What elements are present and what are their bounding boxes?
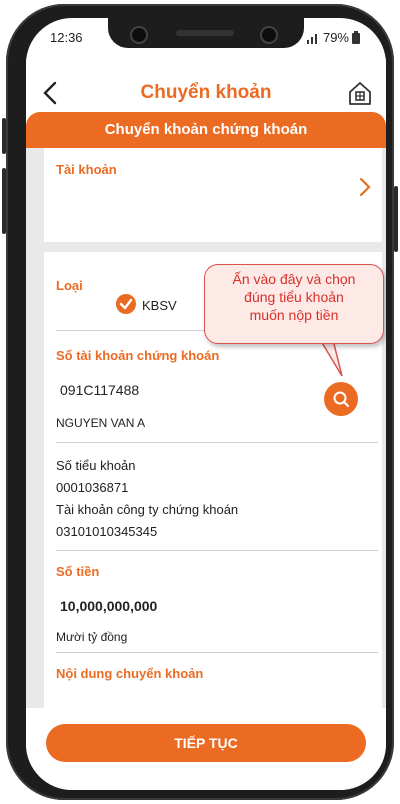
sensor-icon [260,26,278,44]
account-holder-name: NGUYEN VAN A [56,416,146,430]
search-button[interactable] [324,382,358,416]
tooltip-line-2: đúng tiểu khoản [244,289,344,305]
company-account-value: 03101010345345 [56,524,158,539]
earpiece-speaker [176,30,234,36]
battery-percent: 79% [322,30,349,45]
page-title: Chuyển khoản [140,82,272,103]
phone-frame: 12:36 79% Chuyển khoản Chuyển khoản chứn… [6,4,394,800]
power-button [394,186,398,252]
continue-button[interactable]: TIẾP TỤC [46,724,366,762]
amount-value[interactable]: 10,000,000,000 [60,598,157,614]
home-icon[interactable] [348,80,372,106]
company-account-label: Tài khoản công ty chứng khoán [56,502,239,517]
tooltip-line-3: muốn nộp tiền [249,307,339,323]
search-icon [333,391,350,408]
securities-account-label: Số tài khoản chứng khoán [56,348,220,363]
front-camera-icon [130,26,148,44]
securities-account-number: 091C117488 [60,382,140,398]
chevron-right-icon[interactable] [358,176,372,198]
instruction-tooltip: Ấn vào đây và chọn đúng tiểu khoản muốn … [204,264,384,344]
check-icon[interactable] [116,294,136,314]
camera-notch [108,18,304,48]
battery-icon [352,31,360,44]
tooltip-line-1: Ấn vào đây và chọn [232,271,356,287]
amount-in-words: Mười tỷ đồng [56,630,128,644]
transfer-content-label[interactable]: Nội dung chuyển khoản [56,666,203,681]
sub-account-value: 0001036871 [56,480,129,495]
status-time: 12:36 [50,30,83,45]
type-option-kbsv[interactable]: KBSV [142,298,177,313]
divider [56,652,378,653]
bottom-bar: TIẾP TỤC [26,708,386,790]
amount-label: Số tiền [56,564,100,579]
type-label: Loại [56,278,83,293]
sub-account-label: Số tiểu khoản [56,458,136,473]
section-banner: Chuyển khoản chứng khoán [26,112,386,148]
divider [56,442,378,443]
app-screen: 12:36 79% Chuyển khoản Chuyển khoản chứn… [26,18,386,790]
divider [56,550,378,551]
status-icons: 79% [306,30,360,45]
status-bar: 12:36 79% [26,18,386,58]
account-selector[interactable]: Tài khoản [44,148,382,242]
account-label: Tài khoản [56,162,117,177]
signal-icon [306,33,317,44]
